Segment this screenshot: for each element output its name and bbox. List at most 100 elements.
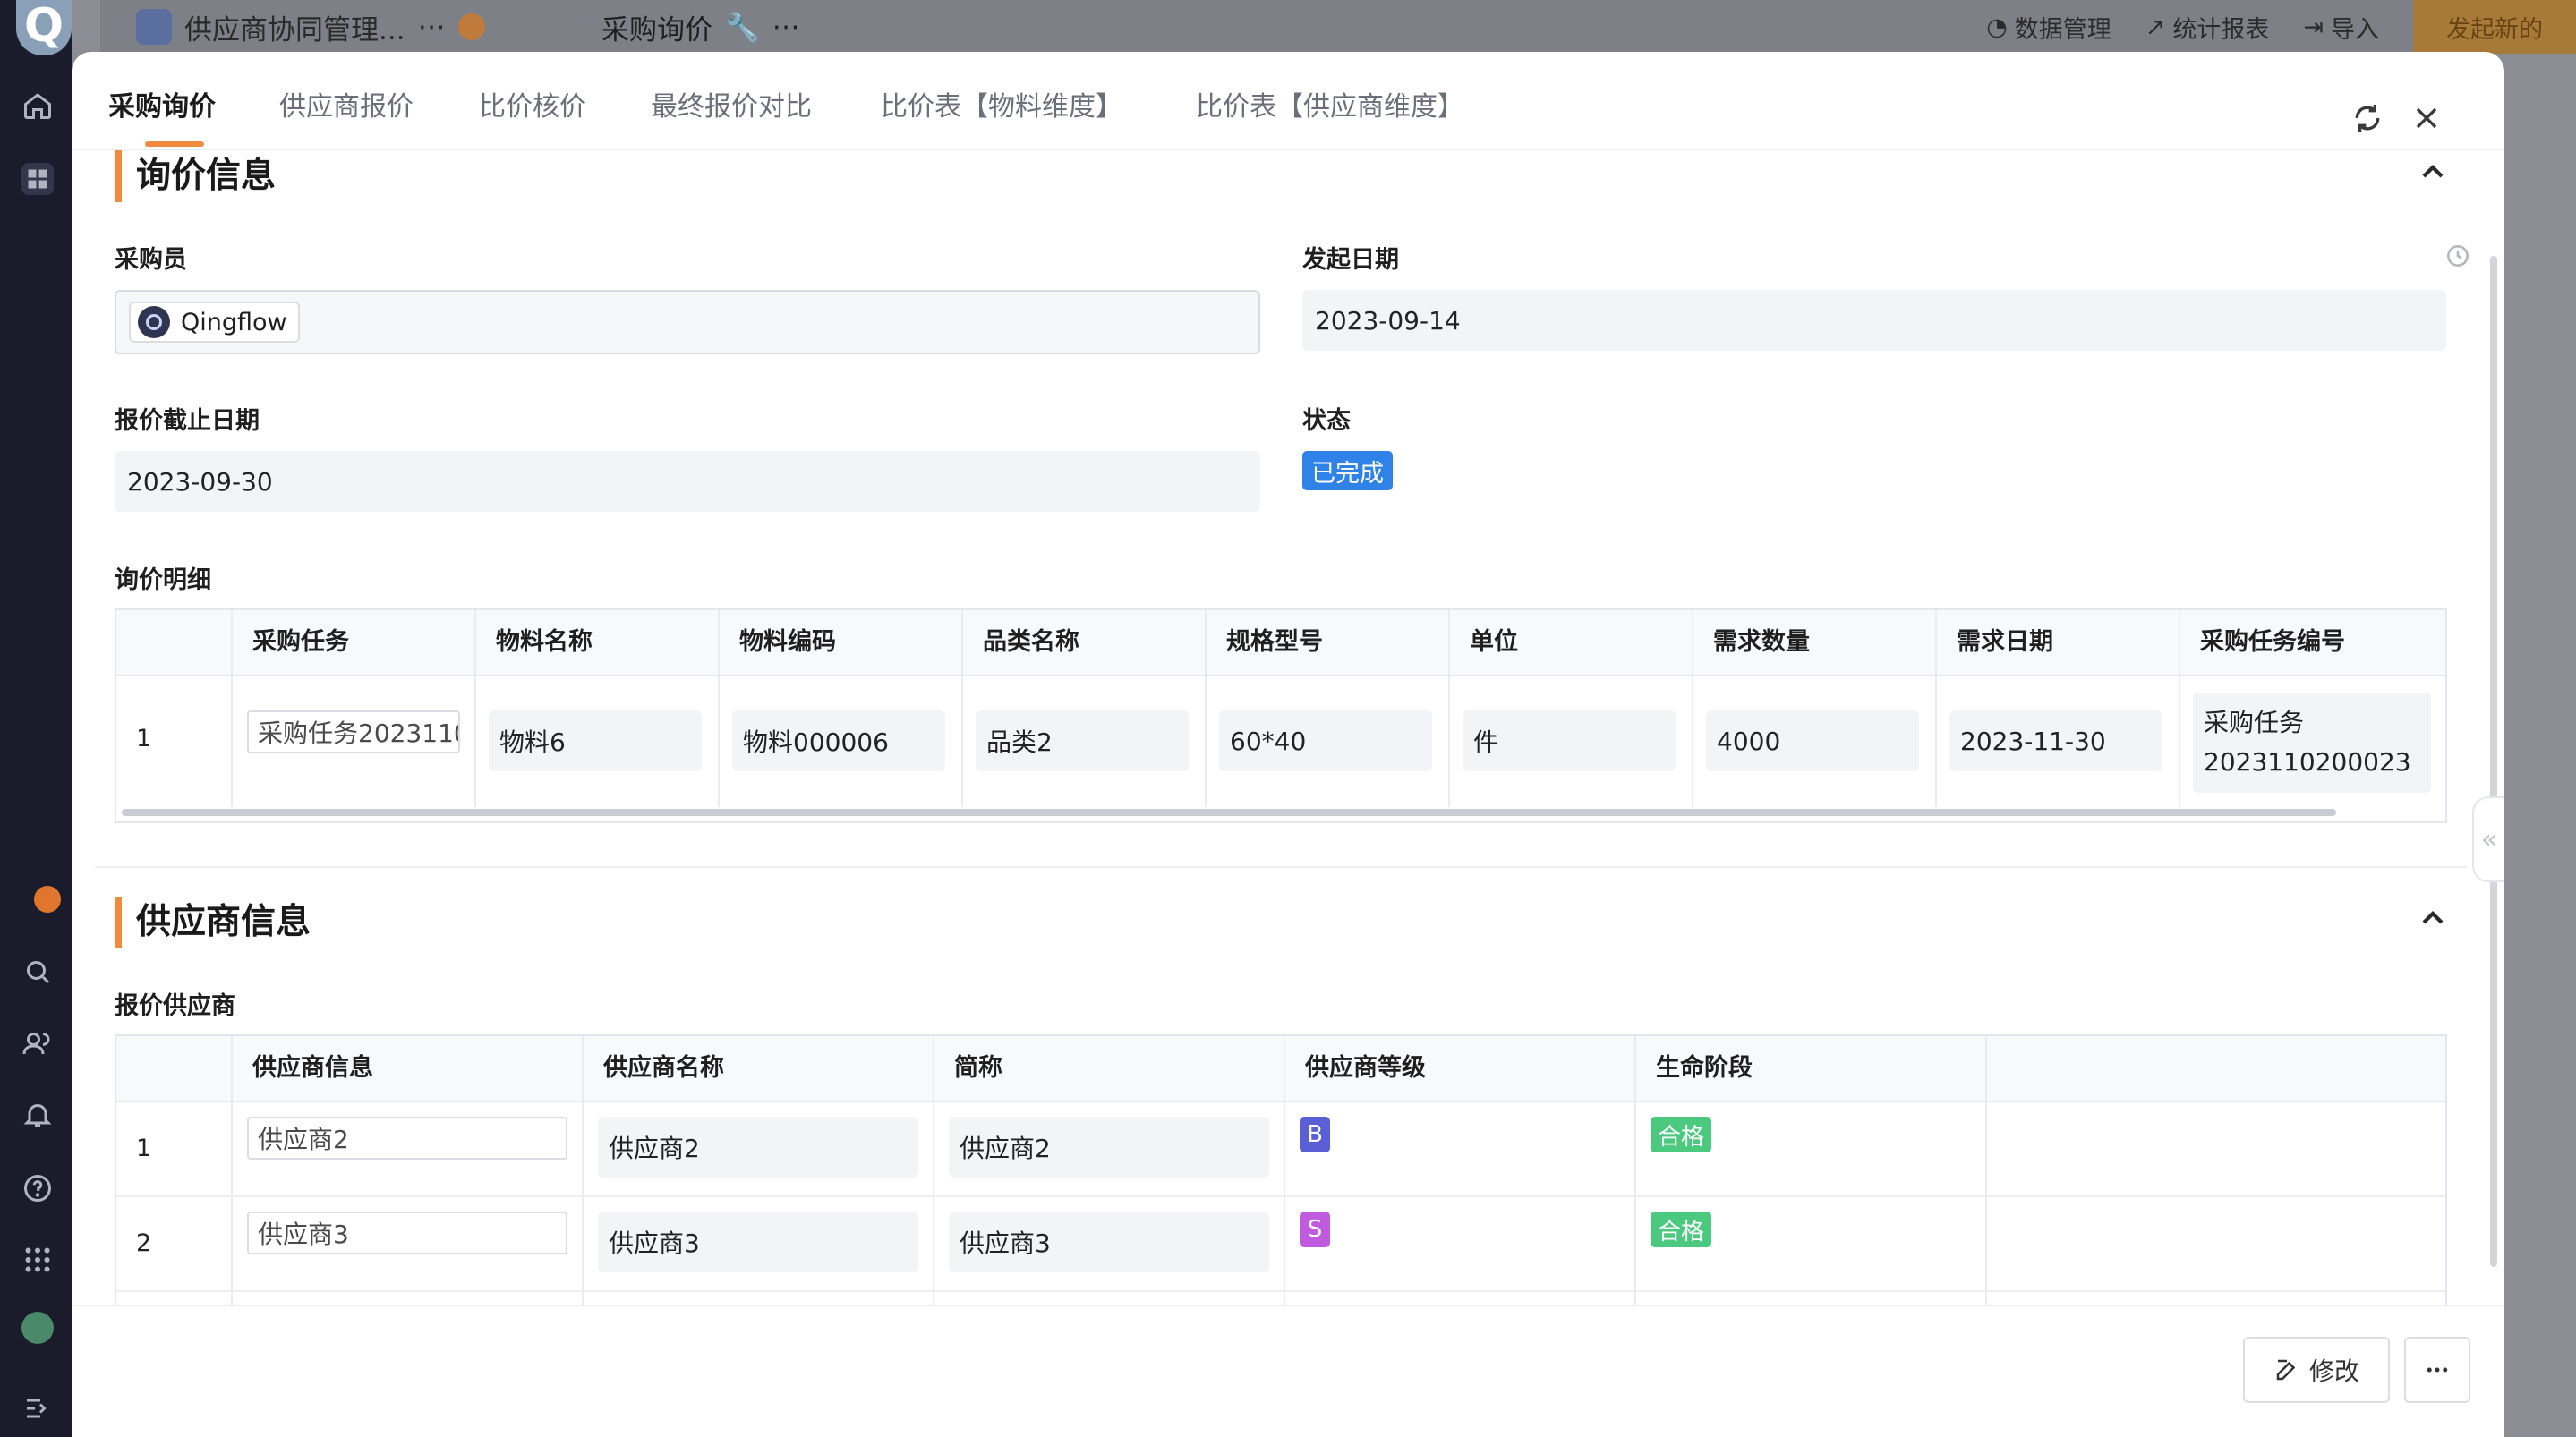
apps-grid-icon[interactable]: [21, 163, 54, 195]
import-button[interactable]: ⇥ 导入: [2303, 10, 2379, 45]
col-divider: [1692, 676, 1693, 807]
more-icon: [2427, 1367, 2448, 1373]
col-divider: [582, 1102, 584, 1197]
start-new-button[interactable]: 发起新的: [2413, 0, 2576, 54]
modal-tabs: 采购询价 供应商报价 比价核价 最终报价对比 比价表【物料维度】 比价表【供应商…: [72, 52, 2504, 150]
bell-icon[interactable]: [21, 1099, 54, 1131]
stage-badge: 合格: [1651, 1212, 1712, 1247]
record-modal: 采购询价 供应商报价 比价核价 最终报价对比 比价表【物料维度】 比价表【供应商…: [72, 52, 2504, 1437]
col-divider: [1985, 1197, 1987, 1292]
th-short-name: 简称: [933, 1036, 1284, 1101]
refresh-icon[interactable]: [2350, 100, 2385, 136]
th-qty: 需求数量: [1692, 610, 1935, 675]
expand-sidebar-icon[interactable]: [21, 1392, 54, 1424]
import-icon: ⇥: [2303, 13, 2324, 41]
tab-compare-supplier[interactable]: 比价表【供应商维度】: [1196, 84, 1464, 123]
col-divider: [231, 1292, 233, 1305]
details-horizontal-scrollbar[interactable]: [122, 809, 2336, 816]
col-divider: [1448, 676, 1450, 807]
buyer-field[interactable]: Qingflow: [115, 290, 1260, 354]
col-divider: [1985, 1102, 1987, 1197]
edit-icon: [2276, 1359, 2296, 1381]
supplier-table-header: 供应商信息 供应商名称 简称 供应商等级 生命阶段: [116, 1036, 2445, 1102]
modal-footer: 修改: [72, 1305, 2504, 1437]
th-spec: 规格型号: [1205, 610, 1448, 675]
home-icon[interactable]: [21, 89, 54, 122]
page-title: 采购询价: [601, 13, 712, 47]
vertical-scrollbar[interactable]: [2490, 256, 2497, 1267]
task-link[interactable]: 采购任务2023110: [247, 710, 460, 753]
tab-compare-material[interactable]: 比价表【物料维度】: [881, 84, 1122, 123]
app-title[interactable]: 供应商协同管理...: [184, 7, 405, 47]
more-icon[interactable]: ⋯: [418, 11, 446, 43]
user-avatar[interactable]: [21, 1312, 54, 1344]
status-badge: 已完成: [1302, 451, 1393, 490]
col-divider: [1634, 1197, 1636, 1292]
section-divider: [95, 866, 2467, 868]
help-icon[interactable]: [21, 1172, 54, 1204]
add-icon[interactable]: [457, 13, 485, 40]
contacts-icon[interactable]: [21, 1027, 54, 1059]
th-supplier-info: 供应商信息: [231, 1036, 582, 1101]
unit-cell: 件: [1463, 710, 1676, 771]
section-title-inquiry: 询价信息: [115, 150, 276, 202]
col-divider: [474, 676, 476, 807]
col-divider: [582, 1292, 584, 1305]
search-icon[interactable]: [21, 956, 54, 988]
table-row: 2 供应商3 供应商3 供应商3 S 合格: [116, 1197, 2445, 1292]
dots-grid-icon[interactable]: [21, 1244, 54, 1276]
edit-button[interactable]: 修改: [2243, 1337, 2390, 1403]
close-icon[interactable]: [2409, 100, 2444, 136]
col-divider: [1985, 1292, 1987, 1305]
app-title-group[interactable]: 供应商协同管理... ⋯: [100, 7, 548, 47]
tab-final-compare[interactable]: 最终报价对比: [651, 84, 812, 123]
col-divider: [718, 676, 720, 807]
row-number: 1: [136, 1135, 152, 1162]
app-icon: [136, 9, 172, 45]
col-divider: [933, 1197, 934, 1292]
col-divider: [2179, 676, 2180, 807]
data-management-label: 数据管理: [2014, 15, 2111, 44]
th-task-no: 采购任务编号: [2179, 610, 2445, 675]
task-no-line2: 2023110200023: [2204, 747, 2411, 777]
history-icon[interactable]: [2444, 242, 2472, 270]
active-tab-indicator: [145, 141, 204, 147]
side-panel-toggle[interactable]: «: [2472, 796, 2504, 882]
th-supplier-name: 供应商名称: [582, 1036, 933, 1101]
app-logo[interactable]: Q: [16, 0, 72, 55]
stage-badge: 合格: [1651, 1117, 1712, 1152]
col-divider: [582, 1197, 584, 1292]
grade-badge: B: [1300, 1117, 1330, 1152]
row-number: 2: [136, 1229, 152, 1257]
more-actions-button[interactable]: [2404, 1337, 2470, 1403]
stats-report-button[interactable]: ↗ 统计报表: [2145, 10, 2270, 45]
app-topbar: 供应商协同管理... ⋯ 采购询价 🔧 ⋯ ◔ 数据管理 ↗ 统计报表 ⇥ 导入 发起…: [100, 0, 2576, 54]
supplier-info-link[interactable]: 供应商2: [247, 1117, 567, 1160]
wrench-icon[interactable]: 🔧: [725, 11, 760, 44]
tab-inquiry[interactable]: 采购询价: [108, 84, 216, 123]
th-empty: [1985, 1036, 2433, 1101]
modal-content: 询价信息 采购员 Qingflow 发起日期 2023-09-14 报价截止日期…: [72, 150, 2504, 1305]
status-label: 状态: [1302, 407, 1351, 435]
collapse-inquiry-icon[interactable]: [2415, 154, 2451, 190]
data-management-button[interactable]: ◔ 数据管理: [1986, 10, 2111, 45]
buyer-chip[interactable]: Qingflow: [129, 302, 300, 343]
th-category: 品类名称: [961, 610, 1205, 675]
deadline-field: 2023-09-30: [115, 451, 1260, 512]
col-divider: [231, 676, 233, 807]
th-material-code: 物料编码: [718, 610, 961, 675]
table-row: 3供应商6供应商6供应商6S合格: [116, 1292, 2445, 1305]
col-divider: [231, 1197, 233, 1292]
add-icon[interactable]: [34, 886, 61, 913]
col-divider: [231, 1102, 233, 1197]
supplier-info-link[interactable]: 供应商3: [247, 1212, 567, 1254]
start-date-label: 发起日期: [1302, 246, 1399, 274]
topbar-actions: ◔ 数据管理 ↗ 统计报表 ⇥ 导入 发起新的: [1986, 0, 2576, 54]
col-divider: [1935, 676, 1937, 807]
more-icon[interactable]: ⋯: [772, 11, 800, 43]
col-divider: [933, 1292, 934, 1305]
tab-price-check[interactable]: 比价核价: [479, 84, 586, 123]
collapse-supplier-icon[interactable]: [2415, 900, 2451, 936]
short-name-cell: 供应商3: [949, 1212, 1269, 1272]
tab-supplier-quote[interactable]: 供应商报价: [279, 84, 414, 123]
